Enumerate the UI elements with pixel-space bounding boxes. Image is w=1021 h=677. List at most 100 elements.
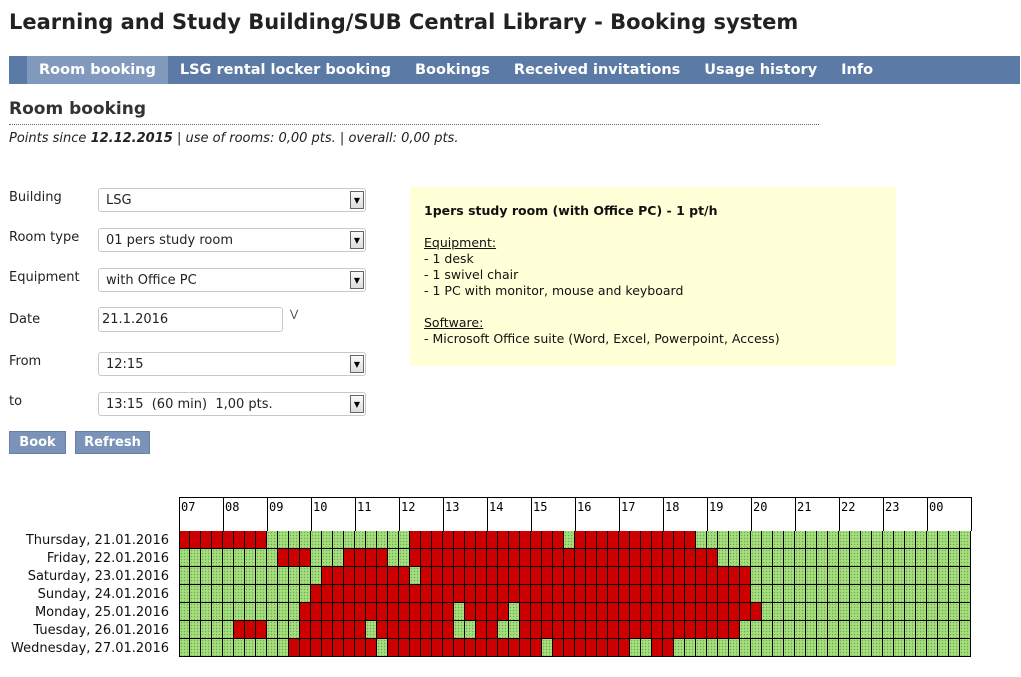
free-slot[interactable] <box>322 531 333 549</box>
free-slot[interactable] <box>927 549 938 567</box>
free-slot[interactable] <box>201 585 212 603</box>
free-slot[interactable] <box>212 567 223 585</box>
free-slot[interactable] <box>861 603 872 621</box>
free-slot[interactable] <box>212 585 223 603</box>
free-slot[interactable] <box>674 639 685 657</box>
free-slot[interactable] <box>938 585 949 603</box>
free-slot[interactable] <box>927 639 938 657</box>
free-slot[interactable] <box>795 621 806 639</box>
free-slot[interactable] <box>839 531 850 549</box>
free-slot[interactable] <box>784 549 795 567</box>
free-slot[interactable] <box>311 549 322 567</box>
free-slot[interactable] <box>938 567 949 585</box>
free-slot[interactable] <box>949 549 960 567</box>
free-slot[interactable] <box>751 621 762 639</box>
free-slot[interactable] <box>850 531 861 549</box>
free-slot[interactable] <box>740 621 751 639</box>
nav-lsg-rental-locker-booking[interactable]: LSG rental locker booking <box>168 56 403 84</box>
free-slot[interactable] <box>641 639 652 657</box>
free-slot[interactable] <box>817 549 828 567</box>
free-slot[interactable] <box>333 531 344 549</box>
free-slot[interactable] <box>762 567 773 585</box>
free-slot[interactable] <box>894 603 905 621</box>
free-slot[interactable] <box>223 639 234 657</box>
free-slot[interactable] <box>850 639 861 657</box>
free-slot[interactable] <box>949 585 960 603</box>
free-slot[interactable] <box>894 621 905 639</box>
free-slot[interactable] <box>399 549 410 567</box>
free-slot[interactable] <box>795 585 806 603</box>
free-slot[interactable] <box>905 639 916 657</box>
free-slot[interactable] <box>234 639 245 657</box>
free-slot[interactable] <box>179 549 190 567</box>
free-slot[interactable] <box>685 639 696 657</box>
to-select[interactable]: 13:15 (60 min) 1,00 pts. ▼ <box>98 392 366 416</box>
free-slot[interactable] <box>916 639 927 657</box>
free-slot[interactable] <box>850 567 861 585</box>
free-slot[interactable] <box>795 603 806 621</box>
free-slot[interactable] <box>278 531 289 549</box>
free-slot[interactable] <box>212 603 223 621</box>
free-slot[interactable] <box>927 603 938 621</box>
free-slot[interactable] <box>839 549 850 567</box>
free-slot[interactable] <box>223 585 234 603</box>
free-slot[interactable] <box>212 621 223 639</box>
free-slot[interactable] <box>509 621 520 639</box>
free-slot[interactable] <box>179 567 190 585</box>
nav-room-booking[interactable]: Room booking <box>27 56 168 84</box>
free-slot[interactable] <box>806 531 817 549</box>
free-slot[interactable] <box>630 639 641 657</box>
free-slot[interactable] <box>762 621 773 639</box>
free-slot[interactable] <box>740 549 751 567</box>
free-slot[interactable] <box>212 549 223 567</box>
free-slot[interactable] <box>267 567 278 585</box>
free-slot[interactable] <box>454 603 465 621</box>
free-slot[interactable] <box>839 585 850 603</box>
free-slot[interactable] <box>850 549 861 567</box>
free-slot[interactable] <box>861 531 872 549</box>
free-slot[interactable] <box>201 621 212 639</box>
chevron-down-icon[interactable]: ▼ <box>350 231 364 249</box>
free-slot[interactable] <box>894 531 905 549</box>
free-slot[interactable] <box>960 567 971 585</box>
free-slot[interactable] <box>267 585 278 603</box>
free-slot[interactable] <box>883 603 894 621</box>
free-slot[interactable] <box>564 531 575 549</box>
free-slot[interactable] <box>817 567 828 585</box>
free-slot[interactable] <box>773 603 784 621</box>
book-button[interactable]: Book <box>9 431 66 454</box>
free-slot[interactable] <box>751 531 762 549</box>
free-slot[interactable] <box>278 603 289 621</box>
free-slot[interactable] <box>784 639 795 657</box>
free-slot[interactable] <box>894 549 905 567</box>
free-slot[interactable] <box>828 531 839 549</box>
free-slot[interactable] <box>960 621 971 639</box>
free-slot[interactable] <box>916 549 927 567</box>
date-picker-toggle-icon[interactable]: ⋁ <box>290 309 298 320</box>
free-slot[interactable] <box>234 567 245 585</box>
free-slot[interactable] <box>740 639 751 657</box>
free-slot[interactable] <box>740 531 751 549</box>
free-slot[interactable] <box>949 603 960 621</box>
free-slot[interactable] <box>696 639 707 657</box>
free-slot[interactable] <box>872 567 883 585</box>
nav-usage-history[interactable]: Usage history <box>692 56 829 84</box>
free-slot[interactable] <box>278 585 289 603</box>
free-slot[interactable] <box>256 549 267 567</box>
free-slot[interactable] <box>960 603 971 621</box>
free-slot[interactable] <box>960 531 971 549</box>
free-slot[interactable] <box>509 603 520 621</box>
free-slot[interactable] <box>960 585 971 603</box>
free-slot[interactable] <box>927 585 938 603</box>
free-slot[interactable] <box>883 549 894 567</box>
free-slot[interactable] <box>806 639 817 657</box>
free-slot[interactable] <box>806 549 817 567</box>
free-slot[interactable] <box>300 585 311 603</box>
free-slot[interactable] <box>751 639 762 657</box>
free-slot[interactable] <box>201 567 212 585</box>
free-slot[interactable] <box>916 621 927 639</box>
free-slot[interactable] <box>223 621 234 639</box>
free-slot[interactable] <box>905 621 916 639</box>
free-slot[interactable] <box>938 639 949 657</box>
free-slot[interactable] <box>806 585 817 603</box>
